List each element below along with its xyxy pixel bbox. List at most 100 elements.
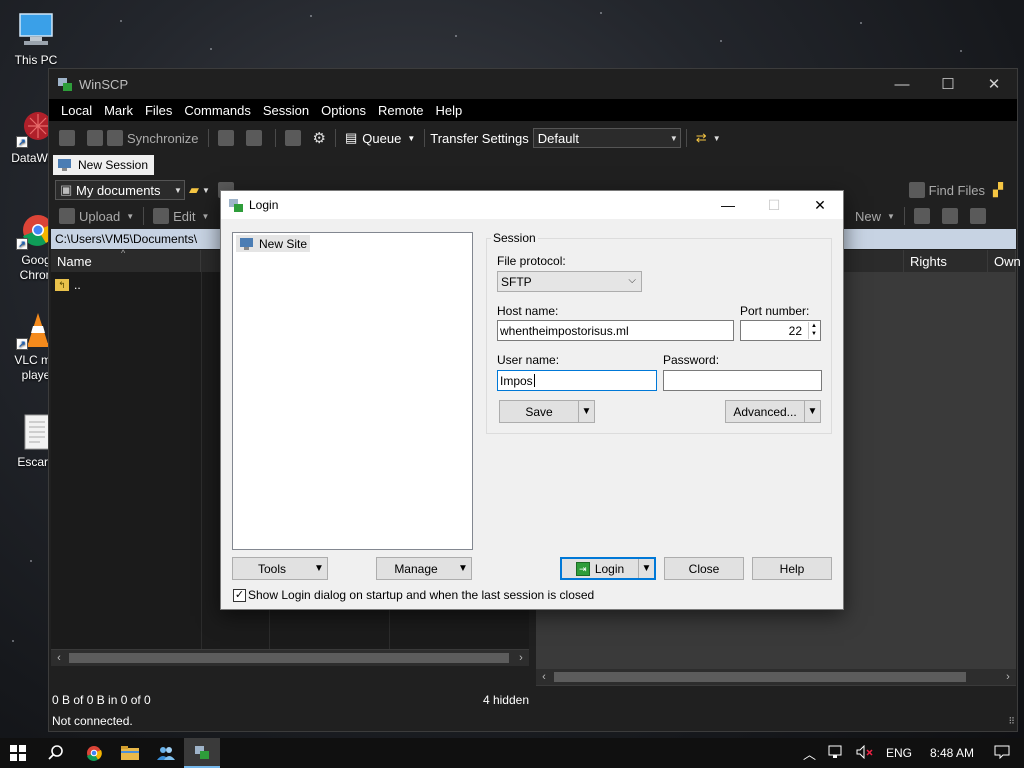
host-name-field[interactable]: whentheimpostorisus.ml (497, 320, 734, 341)
chrome-icon (87, 746, 102, 761)
port-spinner[interactable]: ▲ ▼ (808, 322, 819, 339)
spin-up-icon[interactable]: ▲ (809, 322, 819, 330)
manage-button[interactable]: Manage ▼ (376, 557, 472, 580)
taskbar-people[interactable] (148, 738, 184, 768)
login-titlebar[interactable]: Login — ☐ ✕ (221, 191, 843, 219)
preferences-button[interactable]: ⚙ (309, 127, 330, 149)
search-icon (48, 745, 63, 760)
minimize-button[interactable]: — (879, 69, 925, 99)
winscp-titlebar[interactable]: WinSCP — ☐ ✕ (49, 69, 1017, 99)
windows-logo-icon (10, 745, 26, 761)
chevron-down-icon[interactable]: ▼ (804, 401, 820, 422)
gear-icon: ⚙ (312, 130, 326, 147)
desktop-icon-this-pc[interactable]: This PC (6, 10, 66, 68)
chevron-down-icon[interactable]: ▼ (578, 401, 594, 422)
menu-session[interactable]: Session (257, 103, 315, 118)
remote-horizontal-scrollbar[interactable]: ‹ › (536, 668, 1016, 685)
local-col-name[interactable]: Name ^ (51, 248, 201, 272)
menu-commands[interactable]: Commands (178, 103, 256, 118)
hidden-count: 4 hidden (482, 693, 529, 707)
sync-directories-button[interactable] (242, 127, 270, 149)
remote-tree-button[interactable]: ▞ (989, 179, 1007, 201)
site-item-new-site[interactable]: New Site (236, 235, 311, 252)
remote-col-rights[interactable]: Rights (904, 250, 988, 272)
search-button[interactable] (38, 738, 74, 768)
open-folder-button[interactable]: ▰ ▼ (185, 179, 214, 201)
dialog-close-button[interactable]: ✕ (797, 191, 843, 219)
language-indicator[interactable]: ENG (880, 746, 918, 760)
monitor-icon (16, 10, 56, 50)
scroll-right-icon[interactable]: › (1000, 669, 1016, 685)
notifications-icon[interactable] (986, 745, 1024, 762)
scrollbar-thumb[interactable] (554, 672, 966, 682)
toolbar-separator (274, 129, 276, 147)
spin-down-icon[interactable]: ▼ (809, 330, 819, 338)
site-tree[interactable]: New Site (232, 232, 473, 550)
edit-button[interactable]: Edit ▼ (149, 205, 213, 227)
remote-check-button[interactable] (966, 205, 994, 227)
file-protocol-select[interactable]: SFTP ⌵ (497, 271, 642, 292)
start-button[interactable] (0, 738, 36, 768)
taskbar-file-explorer[interactable] (112, 738, 148, 768)
menu-remote[interactable]: Remote (372, 103, 430, 118)
close-window-button[interactable]: ✕ (971, 69, 1017, 99)
close-label: Close (688, 561, 720, 576)
scroll-right-icon[interactable]: › (513, 650, 529, 666)
remote-find-files-button[interactable]: Find Files (905, 179, 989, 201)
taskbar: ︿ ENG 8:48 AM (0, 738, 1024, 768)
column-divider (201, 272, 202, 649)
transfer-settings-value: Default (537, 130, 579, 146)
remote-add-button[interactable] (910, 205, 938, 227)
show-on-startup-checkbox[interactable]: ✓ (233, 589, 246, 602)
tools-button[interactable]: Tools ▼ (232, 557, 328, 580)
upload-button[interactable]: Upload ▼ (55, 205, 138, 227)
menu-help[interactable]: Help (429, 103, 468, 118)
menu-options[interactable]: Options (315, 103, 372, 118)
menu-local[interactable]: Local (55, 103, 98, 118)
synchronize-button[interactable]: Synchronize (83, 127, 203, 149)
console-button[interactable] (281, 127, 309, 149)
dialog-title: Login (249, 198, 279, 212)
new-session-icon (58, 159, 71, 171)
dialog-minimize-button[interactable]: — (705, 191, 751, 219)
transfer-options-button[interactable]: ⇄ ▼ (692, 127, 725, 149)
user-name-label: User name: (497, 353, 560, 367)
scroll-left-icon[interactable]: ‹ (536, 669, 552, 685)
clock[interactable]: 8:48 AM (918, 746, 986, 760)
show-hidden-icons-icon[interactable]: ︿ (797, 744, 822, 763)
edit-label: Edit (173, 208, 196, 224)
scroll-left-icon[interactable]: ‹ (51, 650, 67, 666)
transfer-settings-select[interactable]: Default ▼ (532, 128, 681, 148)
menu-files[interactable]: Files (139, 103, 178, 118)
local-horizontal-scrollbar[interactable]: ‹ › (51, 649, 529, 666)
upload-icon (59, 208, 75, 224)
keep-remote-button[interactable] (214, 127, 242, 149)
check-icon (969, 208, 986, 224)
volume-muted-icon[interactable] (850, 744, 880, 762)
chevron-down-icon[interactable]: ▼ (638, 559, 654, 578)
user-name-field[interactable]: Impos (497, 370, 657, 391)
menu-mark[interactable]: Mark (98, 103, 139, 118)
password-field[interactable] (663, 370, 822, 391)
remote-minus-button[interactable] (938, 205, 966, 227)
help-button[interactable]: Help (752, 557, 832, 580)
queue-button[interactable]: ▤ Queue ▼ (341, 127, 419, 149)
network-icon[interactable] (822, 745, 850, 762)
tab-new-session[interactable]: New Session (53, 155, 155, 175)
taskbar-winscp[interactable] (184, 738, 220, 768)
port-number-field[interactable]: 22 ▲ ▼ (740, 320, 821, 341)
resize-grip-icon[interactable]: ⠿ (1008, 716, 1015, 727)
login-button[interactable]: ⇥ Login ▼ (560, 557, 656, 580)
compare-button[interactable] (55, 127, 83, 149)
people-icon (157, 747, 175, 760)
list-item[interactable]: ↰ .. (55, 276, 81, 294)
remote-col-owner[interactable]: Own (988, 250, 1021, 272)
close-button[interactable]: Close (664, 557, 744, 580)
maximize-button[interactable]: ☐ (925, 69, 971, 99)
scrollbar-thumb[interactable] (69, 653, 509, 663)
taskbar-chrome[interactable] (76, 738, 112, 768)
advanced-button[interactable]: Advanced... ▼ (725, 400, 821, 423)
remote-new-button[interactable]: New ▼ (851, 205, 899, 227)
local-location-select[interactable]: ▣ My documents ▼ (55, 180, 185, 200)
save-button[interactable]: Save ▼ (499, 400, 595, 423)
